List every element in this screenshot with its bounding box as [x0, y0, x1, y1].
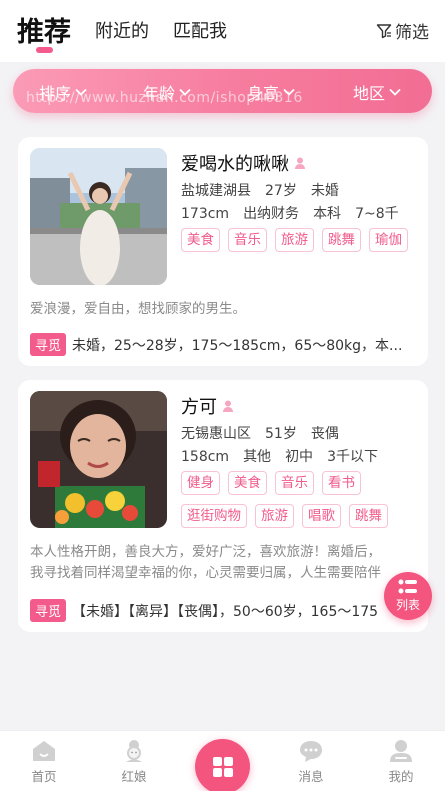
top-header: 推荐 附近的 匹配我 筛选 — [0, 0, 445, 62]
matchmaker-icon — [126, 740, 142, 762]
interest-tag: 旅游 — [255, 504, 294, 528]
income-text: 7~8千 — [355, 206, 399, 222]
interest-tag: 美食 — [181, 228, 220, 252]
seek-text: 未婚，25～28岁，175～185cm，65～80kg，本... — [72, 337, 403, 354]
funnel-icon — [376, 23, 392, 38]
age-text: 27岁 — [265, 183, 297, 199]
list-view-button[interactable]: 列表 — [384, 572, 432, 620]
interest-tag: 跳舞 — [349, 504, 388, 528]
height-text: 158cm — [181, 449, 230, 465]
watermark-text: https://www.huzhan.com/ishop40316 — [26, 90, 303, 106]
interest-tags: 健身 美食 音乐 看书 逛街购物 旅游 唱歌 跳舞 — [181, 471, 416, 528]
region-dropdown[interactable]: 地区 — [353, 80, 401, 104]
interest-tag: 健身 — [181, 471, 220, 495]
profile-bio: 爱浪漫，爱自由，想找顾家的男生。 — [30, 301, 246, 317]
tab-home-label: 首页 — [31, 769, 57, 784]
filter-label: 筛选 — [395, 23, 429, 43]
home-icon — [33, 741, 55, 761]
profile-photo[interactable] — [30, 391, 167, 528]
profile-bio: 本人性格开朗，善良大方，爱好广泛，喜欢旅游！离婚后，我寻找着同样渴望幸福的你，心… — [30, 544, 381, 581]
profile-photo[interactable] — [30, 148, 167, 285]
tab-match[interactable]: 匹配我 — [173, 17, 227, 43]
interest-tag: 音乐 — [275, 471, 314, 495]
seek-badge: 寻觅 — [30, 333, 67, 356]
marital-text: 丧偶 — [310, 426, 339, 442]
interest-tag: 逛街购物 — [181, 504, 247, 528]
tab-matchmaker[interactable]: 红娘 — [104, 739, 164, 785]
interest-tag: 旅游 — [275, 228, 314, 252]
user-icon — [390, 740, 412, 762]
interest-tag: 跳舞 — [322, 228, 361, 252]
tab-messages[interactable]: 消息 — [281, 739, 341, 785]
tab-matchmaker-label: 红娘 — [121, 769, 147, 784]
interest-tags: 美食 音乐 旅游 跳舞 瑜伽 — [181, 228, 416, 252]
chat-bubble-icon — [300, 741, 322, 762]
profile-name: 爱喝水的啾啾 — [181, 150, 307, 176]
education-text: 初中 — [285, 449, 314, 465]
marital-text: 未婚 — [310, 183, 339, 199]
tab-mine[interactable]: 我的 — [371, 739, 431, 785]
profile-detail-info: 158cm 其他 初中 3千以下 — [181, 446, 392, 466]
profile-name: 方可 — [181, 393, 235, 419]
job-text: 出纳财务 — [243, 206, 300, 222]
region-label: 地区 — [353, 84, 386, 103]
profile-name-text: 方可 — [181, 397, 217, 418]
education-text: 本科 — [313, 206, 342, 222]
tab-active-indicator — [36, 47, 53, 53]
seek-criteria: 寻觅 未婚，25～28岁，175～185cm，65～80kg，本... — [30, 333, 420, 356]
seek-text: 【未婚】【离异】【丧偶】，50～60岁，165～175 — [72, 603, 379, 620]
female-user-icon — [223, 400, 233, 412]
profile-basic-info: 无锡惠山区 51岁 丧偶 — [181, 423, 353, 443]
list-icon — [398, 579, 417, 594]
seek-criteria: 寻觅 【未婚】【离异】【丧偶】，50～60岁，165～175 — [30, 599, 425, 622]
interest-tag: 唱歌 — [302, 504, 341, 528]
profile-name-text: 爱喝水的啾啾 — [181, 154, 289, 175]
bottom-tab-bar: 首页 红娘 消息 我的 — [0, 730, 445, 791]
tab-mine-label: 我的 — [388, 769, 414, 784]
list-view-label: 列表 — [395, 598, 420, 612]
center-grid-button[interactable] — [195, 739, 250, 791]
profile-detail-info: 173cm 出纳财务 本科 7~8千 — [181, 203, 413, 223]
height-text: 173cm — [181, 206, 230, 222]
chevron-down-icon — [389, 88, 401, 96]
age-text: 51岁 — [265, 426, 297, 442]
filter-button[interactable]: 筛选 — [376, 18, 429, 43]
grid-icon — [212, 756, 233, 777]
job-text: 其他 — [243, 449, 272, 465]
profile-card[interactable]: 方可 无锡惠山区 51岁 丧偶 158cm 其他 初中 3千以下 健身 美食 音乐 看书 … — [18, 380, 428, 632]
seek-badge: 寻觅 — [30, 599, 67, 622]
tab-recommend[interactable]: 推荐 — [17, 10, 71, 49]
interest-tag: 音乐 — [228, 228, 267, 252]
location-text: 无锡惠山区 — [181, 426, 251, 442]
profile-basic-info: 盐城建湖县 27岁 未婚 — [181, 180, 353, 200]
female-user-icon — [295, 157, 305, 169]
tab-nearby[interactable]: 附近的 — [95, 17, 149, 43]
income-text: 3千以下 — [327, 449, 378, 465]
profile-card[interactable]: 爱喝水的啾啾 盐城建湖县 27岁 未婚 173cm 出纳财务 本科 7~8千 美食 音乐 … — [18, 137, 428, 366]
tab-home[interactable]: 首页 — [14, 739, 74, 785]
interest-tag: 美食 — [228, 471, 267, 495]
interest-tag: 看书 — [322, 471, 361, 495]
location-text: 盐城建湖县 — [181, 183, 251, 199]
tab-messages-label: 消息 — [298, 769, 324, 784]
interest-tag: 瑜伽 — [369, 228, 408, 252]
